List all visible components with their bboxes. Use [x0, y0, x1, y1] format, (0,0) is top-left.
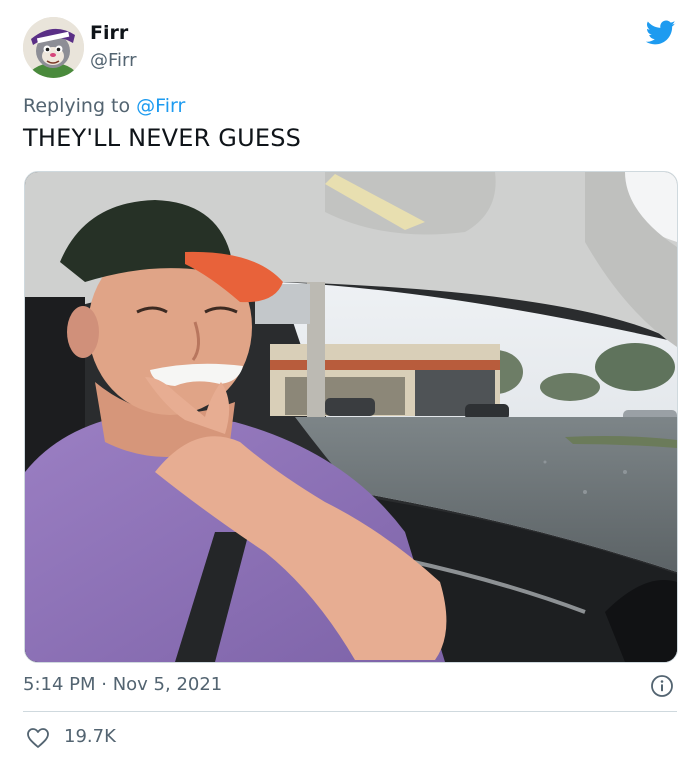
- like-count[interactable]: 19.7K: [64, 726, 116, 747]
- info-icon[interactable]: [650, 674, 674, 698]
- user-handle[interactable]: @Firr: [90, 50, 137, 71]
- tweet-timestamp[interactable]: 5:14 PM · Nov 5, 2021: [23, 674, 222, 695]
- timestamp-separator: ·: [95, 674, 113, 695]
- reply-prefix: Replying to: [23, 95, 137, 117]
- tweet-time: 5:14 PM: [23, 674, 96, 695]
- tweet-date: Nov 5, 2021: [112, 674, 223, 695]
- tweet-photo[interactable]: [24, 171, 678, 663]
- reply-handle-link[interactable]: @Firr: [136, 95, 185, 117]
- heart-outline-icon[interactable]: [26, 727, 50, 749]
- avatar[interactable]: [23, 17, 84, 78]
- twitter-bird-icon[interactable]: [645, 20, 676, 46]
- divider: [23, 711, 677, 712]
- replying-to: Replying to @Firr: [23, 95, 185, 117]
- display-name[interactable]: Firr: [90, 22, 128, 44]
- tweet-text: THEY'LL NEVER GUESS: [23, 124, 302, 152]
